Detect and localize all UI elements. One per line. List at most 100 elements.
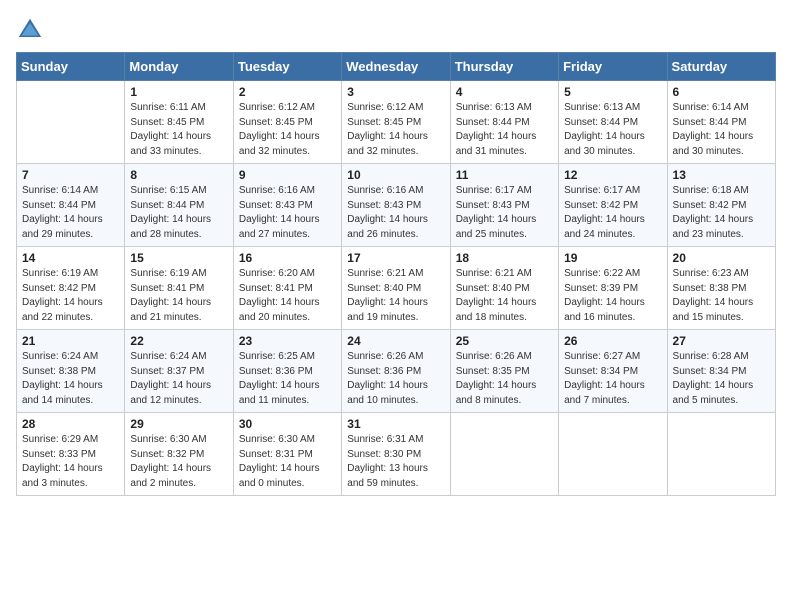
day-number: 17 bbox=[347, 251, 444, 265]
day-info: Sunrise: 6:14 AM Sunset: 8:44 PM Dayligh… bbox=[22, 184, 119, 242]
calendar-cell: 24 Sunrise: 6:26 AM Sunset: 8:36 PM Dayli… bbox=[342, 330, 450, 413]
calendar-week-5: 28 Sunrise: 6:29 AM Sunset: 8:33 PM Dayli… bbox=[17, 413, 776, 496]
calendar-cell: 2 Sunrise: 6:12 AM Sunset: 8:45 PM Daylig… bbox=[233, 81, 341, 164]
calendar-cell: 7 Sunrise: 6:14 AM Sunset: 8:44 PM Daylig… bbox=[17, 164, 125, 247]
day-number: 30 bbox=[239, 417, 336, 431]
calendar-week-2: 7 Sunrise: 6:14 AM Sunset: 8:44 PM Daylig… bbox=[17, 164, 776, 247]
day-info: Sunrise: 6:23 AM Sunset: 8:38 PM Dayligh… bbox=[673, 267, 770, 325]
day-info: Sunrise: 6:19 AM Sunset: 8:41 PM Dayligh… bbox=[130, 267, 227, 325]
calendar-cell: 28 Sunrise: 6:29 AM Sunset: 8:33 PM Dayli… bbox=[17, 413, 125, 496]
calendar-cell: 12 Sunrise: 6:17 AM Sunset: 8:42 PM Dayli… bbox=[559, 164, 667, 247]
calendar-cell: 11Sunrise: 6:17 AM Sunset: 8:43 PM Dayli… bbox=[450, 164, 558, 247]
day-number: 2 bbox=[239, 85, 336, 99]
calendar-cell: 6Sunrise: 6:14 AM Sunset: 8:44 PM Daylig… bbox=[667, 81, 775, 164]
day-info: Sunrise: 6:24 AM Sunset: 8:37 PM Dayligh… bbox=[130, 350, 227, 408]
day-number: 9 bbox=[239, 168, 336, 182]
day-number: 18 bbox=[456, 251, 553, 265]
day-info: Sunrise: 6:12 AM Sunset: 8:45 PM Dayligh… bbox=[239, 101, 336, 159]
calendar-cell: 17 Sunrise: 6:21 AM Sunset: 8:40 PM Dayli… bbox=[342, 247, 450, 330]
day-number: 14 bbox=[22, 251, 119, 265]
calendar-cell: 18 Sunrise: 6:21 AM Sunset: 8:40 PM Dayli… bbox=[450, 247, 558, 330]
day-info: Sunrise: 6:26 AM Sunset: 8:36 PM Dayligh… bbox=[347, 350, 444, 408]
calendar-week-1: 1 Sunrise: 6:11 AM Sunset: 8:45 PM Daylig… bbox=[17, 81, 776, 164]
day-number: 16 bbox=[239, 251, 336, 265]
day-number: 24 bbox=[347, 334, 444, 348]
weekday-header-tuesday: Tuesday bbox=[233, 53, 341, 81]
day-info: Sunrise: 6:30 AM Sunset: 8:31 PM Dayligh… bbox=[239, 433, 336, 491]
day-number: 1 bbox=[130, 85, 227, 99]
day-number: 8 bbox=[130, 168, 227, 182]
day-info: Sunrise: 6:16 AM Sunset: 8:43 PM Dayligh… bbox=[347, 184, 444, 242]
day-number: 15 bbox=[130, 251, 227, 265]
calendar-cell: 14 Sunrise: 6:19 AM Sunset: 8:42 PM Dayli… bbox=[17, 247, 125, 330]
day-info: Sunrise: 6:20 AM Sunset: 8:41 PM Dayligh… bbox=[239, 267, 336, 325]
calendar-cell: 27 Sunrise: 6:28 AM Sunset: 8:34 PM Dayli… bbox=[667, 330, 775, 413]
calendar-cell: 25 Sunrise: 6:26 AM Sunset: 8:35 PM Dayli… bbox=[450, 330, 558, 413]
day-number: 21 bbox=[22, 334, 119, 348]
calendar-cell: 1 Sunrise: 6:11 AM Sunset: 8:45 PM Daylig… bbox=[125, 81, 233, 164]
day-info: Sunrise: 6:16 AM Sunset: 8:43 PM Dayligh… bbox=[239, 184, 336, 242]
calendar-cell bbox=[667, 413, 775, 496]
day-info: Sunrise: 6:22 AM Sunset: 8:39 PM Dayligh… bbox=[564, 267, 661, 325]
calendar-cell: 10 Sunrise: 6:16 AM Sunset: 8:43 PM Dayli… bbox=[342, 164, 450, 247]
calendar-cell: 3 Sunrise: 6:12 AM Sunset: 8:45 PM Daylig… bbox=[342, 81, 450, 164]
day-number: 26 bbox=[564, 334, 661, 348]
day-info: Sunrise: 6:30 AM Sunset: 8:32 PM Dayligh… bbox=[130, 433, 227, 491]
day-info: Sunrise: 6:26 AM Sunset: 8:35 PM Dayligh… bbox=[456, 350, 553, 408]
weekday-header-monday: Monday bbox=[125, 53, 233, 81]
calendar-cell: 5 Sunrise: 6:13 AM Sunset: 8:44 PM Daylig… bbox=[559, 81, 667, 164]
day-info: Sunrise: 6:25 AM Sunset: 8:36 PM Dayligh… bbox=[239, 350, 336, 408]
day-number: 28 bbox=[22, 417, 119, 431]
day-number: 31 bbox=[347, 417, 444, 431]
day-info: Sunrise: 6:27 AM Sunset: 8:34 PM Dayligh… bbox=[564, 350, 661, 408]
day-number: 12 bbox=[564, 168, 661, 182]
calendar-table: SundayMondayTuesdayWednesdayThursdayFrid… bbox=[16, 52, 776, 496]
calendar-cell bbox=[559, 413, 667, 496]
day-info: Sunrise: 6:11 AM Sunset: 8:45 PM Dayligh… bbox=[130, 101, 227, 159]
day-number: 25 bbox=[456, 334, 553, 348]
day-info: Sunrise: 6:17 AM Sunset: 8:42 PM Dayligh… bbox=[564, 184, 661, 242]
day-info: Sunrise: 6:13 AM Sunset: 8:44 PM Dayligh… bbox=[456, 101, 553, 159]
day-number: 7 bbox=[22, 168, 119, 182]
calendar-cell: 23Sunrise: 6:25 AM Sunset: 8:36 PM Dayli… bbox=[233, 330, 341, 413]
day-number: 27 bbox=[673, 334, 770, 348]
day-info: Sunrise: 6:13 AM Sunset: 8:44 PM Dayligh… bbox=[564, 101, 661, 159]
calendar-cell: 20 Sunrise: 6:23 AM Sunset: 8:38 PM Dayli… bbox=[667, 247, 775, 330]
calendar-cell: 29Sunrise: 6:30 AM Sunset: 8:32 PM Dayli… bbox=[125, 413, 233, 496]
day-number: 10 bbox=[347, 168, 444, 182]
calendar-cell: 8 Sunrise: 6:15 AM Sunset: 8:44 PM Daylig… bbox=[125, 164, 233, 247]
day-number: 3 bbox=[347, 85, 444, 99]
calendar-cell bbox=[17, 81, 125, 164]
weekday-header-sunday: Sunday bbox=[17, 53, 125, 81]
day-info: Sunrise: 6:14 AM Sunset: 8:44 PM Dayligh… bbox=[673, 101, 770, 159]
day-info: Sunrise: 6:17 AM Sunset: 8:43 PM Dayligh… bbox=[456, 184, 553, 242]
logo-icon bbox=[16, 16, 44, 44]
calendar-cell: 15 Sunrise: 6:19 AM Sunset: 8:41 PM Dayli… bbox=[125, 247, 233, 330]
calendar-cell: 31 Sunrise: 6:31 AM Sunset: 8:30 PM Dayli… bbox=[342, 413, 450, 496]
day-info: Sunrise: 6:19 AM Sunset: 8:42 PM Dayligh… bbox=[22, 267, 119, 325]
day-number: 20 bbox=[673, 251, 770, 265]
day-number: 4 bbox=[456, 85, 553, 99]
day-number: 22 bbox=[130, 334, 227, 348]
day-info: Sunrise: 6:31 AM Sunset: 8:30 PM Dayligh… bbox=[347, 433, 444, 491]
day-info: Sunrise: 6:15 AM Sunset: 8:44 PM Dayligh… bbox=[130, 184, 227, 242]
day-info: Sunrise: 6:29 AM Sunset: 8:33 PM Dayligh… bbox=[22, 433, 119, 491]
calendar-cell: 22 Sunrise: 6:24 AM Sunset: 8:37 PM Dayli… bbox=[125, 330, 233, 413]
calendar-cell: 9 Sunrise: 6:16 AM Sunset: 8:43 PM Daylig… bbox=[233, 164, 341, 247]
weekday-header-friday: Friday bbox=[559, 53, 667, 81]
day-number: 5 bbox=[564, 85, 661, 99]
day-info: Sunrise: 6:21 AM Sunset: 8:40 PM Dayligh… bbox=[456, 267, 553, 325]
day-info: Sunrise: 6:28 AM Sunset: 8:34 PM Dayligh… bbox=[673, 350, 770, 408]
day-info: Sunrise: 6:12 AM Sunset: 8:45 PM Dayligh… bbox=[347, 101, 444, 159]
calendar-week-4: 21 Sunrise: 6:24 AM Sunset: 8:38 PM Dayli… bbox=[17, 330, 776, 413]
calendar-cell: 13Sunrise: 6:18 AM Sunset: 8:42 PM Dayli… bbox=[667, 164, 775, 247]
calendar-cell: 16 Sunrise: 6:20 AM Sunset: 8:41 PM Dayli… bbox=[233, 247, 341, 330]
day-number: 13 bbox=[673, 168, 770, 182]
weekday-header-wednesday: Wednesday bbox=[342, 53, 450, 81]
logo bbox=[16, 16, 48, 44]
day-info: Sunrise: 6:21 AM Sunset: 8:40 PM Dayligh… bbox=[347, 267, 444, 325]
day-info: Sunrise: 6:24 AM Sunset: 8:38 PM Dayligh… bbox=[22, 350, 119, 408]
calendar-cell bbox=[450, 413, 558, 496]
calendar-cell: 19Sunrise: 6:22 AM Sunset: 8:39 PM Dayli… bbox=[559, 247, 667, 330]
calendar-cell: 21 Sunrise: 6:24 AM Sunset: 8:38 PM Dayli… bbox=[17, 330, 125, 413]
